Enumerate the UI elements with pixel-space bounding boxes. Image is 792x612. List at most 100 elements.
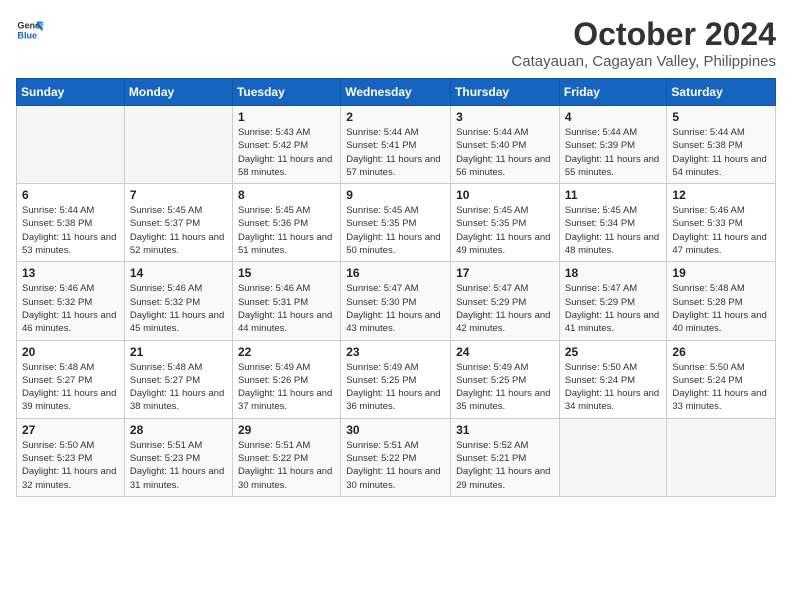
- day-info: Sunrise: 5:46 AMSunset: 5:32 PMDaylight:…: [22, 283, 116, 334]
- calendar-cell: 24 Sunrise: 5:49 AMSunset: 5:25 PMDaylig…: [451, 340, 560, 418]
- location-title: Catayauan, Cagayan Valley, Philippines: [511, 53, 776, 70]
- page-header: General Blue October 2024 Catayauan, Cag…: [16, 16, 776, 70]
- day-info: Sunrise: 5:46 AMSunset: 5:31 PMDaylight:…: [238, 283, 332, 334]
- calendar-cell: 14 Sunrise: 5:46 AMSunset: 5:32 PMDaylig…: [124, 262, 232, 340]
- calendar-cell: 17 Sunrise: 5:47 AMSunset: 5:29 PMDaylig…: [451, 262, 560, 340]
- calendar-week-row: 27 Sunrise: 5:50 AMSunset: 5:23 PMDaylig…: [17, 418, 776, 496]
- calendar-cell: 30 Sunrise: 5:51 AMSunset: 5:22 PMDaylig…: [341, 418, 451, 496]
- day-info: Sunrise: 5:44 AMSunset: 5:40 PMDaylight:…: [456, 127, 550, 178]
- day-info: Sunrise: 5:49 AMSunset: 5:26 PMDaylight:…: [238, 362, 332, 413]
- calendar-cell: 23 Sunrise: 5:49 AMSunset: 5:25 PMDaylig…: [341, 340, 451, 418]
- day-info: Sunrise: 5:47 AMSunset: 5:29 PMDaylight:…: [565, 283, 659, 334]
- calendar-cell: 6 Sunrise: 5:44 AMSunset: 5:38 PMDayligh…: [17, 184, 125, 262]
- day-number: 7: [130, 188, 227, 202]
- day-number: 18: [565, 266, 662, 280]
- day-number: 9: [346, 188, 445, 202]
- day-info: Sunrise: 5:44 AMSunset: 5:41 PMDaylight:…: [346, 127, 440, 178]
- calendar-cell: 9 Sunrise: 5:45 AMSunset: 5:35 PMDayligh…: [341, 184, 451, 262]
- calendar-table: SundayMondayTuesdayWednesdayThursdayFrid…: [16, 78, 776, 497]
- day-info: Sunrise: 5:48 AMSunset: 5:27 PMDaylight:…: [130, 362, 224, 413]
- day-number: 22: [238, 345, 335, 359]
- calendar-cell: 16 Sunrise: 5:47 AMSunset: 5:30 PMDaylig…: [341, 262, 451, 340]
- day-info: Sunrise: 5:43 AMSunset: 5:42 PMDaylight:…: [238, 127, 332, 178]
- calendar-cell: 22 Sunrise: 5:49 AMSunset: 5:26 PMDaylig…: [232, 340, 340, 418]
- day-info: Sunrise: 5:47 AMSunset: 5:29 PMDaylight:…: [456, 283, 550, 334]
- day-info: Sunrise: 5:44 AMSunset: 5:39 PMDaylight:…: [565, 127, 659, 178]
- logo-icon: General Blue: [16, 16, 44, 44]
- day-info: Sunrise: 5:44 AMSunset: 5:38 PMDaylight:…: [672, 127, 766, 178]
- calendar-cell: 18 Sunrise: 5:47 AMSunset: 5:29 PMDaylig…: [559, 262, 667, 340]
- day-info: Sunrise: 5:48 AMSunset: 5:27 PMDaylight:…: [22, 362, 116, 413]
- day-info: Sunrise: 5:51 AMSunset: 5:22 PMDaylight:…: [346, 440, 440, 491]
- month-title: October 2024: [511, 16, 776, 53]
- day-number: 29: [238, 423, 335, 437]
- day-number: 17: [456, 266, 554, 280]
- day-number: 13: [22, 266, 119, 280]
- day-info: Sunrise: 5:52 AMSunset: 5:21 PMDaylight:…: [456, 440, 550, 491]
- calendar-cell: 25 Sunrise: 5:50 AMSunset: 5:24 PMDaylig…: [559, 340, 667, 418]
- weekday-header: Thursday: [451, 79, 560, 106]
- weekday-header: Wednesday: [341, 79, 451, 106]
- day-info: Sunrise: 5:45 AMSunset: 5:35 PMDaylight:…: [456, 205, 550, 256]
- day-number: 10: [456, 188, 554, 202]
- calendar-cell: 20 Sunrise: 5:48 AMSunset: 5:27 PMDaylig…: [17, 340, 125, 418]
- calendar-cell: [667, 418, 776, 496]
- calendar-cell: [124, 106, 232, 184]
- calendar-week-row: 6 Sunrise: 5:44 AMSunset: 5:38 PMDayligh…: [17, 184, 776, 262]
- weekday-header: Tuesday: [232, 79, 340, 106]
- calendar-week-row: 1 Sunrise: 5:43 AMSunset: 5:42 PMDayligh…: [17, 106, 776, 184]
- calendar-cell: 28 Sunrise: 5:51 AMSunset: 5:23 PMDaylig…: [124, 418, 232, 496]
- day-number: 21: [130, 345, 227, 359]
- calendar-cell: 2 Sunrise: 5:44 AMSunset: 5:41 PMDayligh…: [341, 106, 451, 184]
- weekday-header: Sunday: [17, 79, 125, 106]
- day-info: Sunrise: 5:45 AMSunset: 5:37 PMDaylight:…: [130, 205, 224, 256]
- calendar-cell: 12 Sunrise: 5:46 AMSunset: 5:33 PMDaylig…: [667, 184, 776, 262]
- day-number: 6: [22, 188, 119, 202]
- day-number: 11: [565, 188, 662, 202]
- day-number: 28: [130, 423, 227, 437]
- calendar-cell: [17, 106, 125, 184]
- day-info: Sunrise: 5:46 AMSunset: 5:33 PMDaylight:…: [672, 205, 766, 256]
- day-info: Sunrise: 5:51 AMSunset: 5:23 PMDaylight:…: [130, 440, 224, 491]
- svg-text:Blue: Blue: [17, 30, 37, 40]
- day-number: 31: [456, 423, 554, 437]
- day-info: Sunrise: 5:48 AMSunset: 5:28 PMDaylight:…: [672, 283, 766, 334]
- calendar-cell: 5 Sunrise: 5:44 AMSunset: 5:38 PMDayligh…: [667, 106, 776, 184]
- title-area: October 2024 Catayauan, Cagayan Valley, …: [511, 16, 776, 70]
- weekday-header-row: SundayMondayTuesdayWednesdayThursdayFrid…: [17, 79, 776, 106]
- day-info: Sunrise: 5:50 AMSunset: 5:23 PMDaylight:…: [22, 440, 116, 491]
- day-number: 14: [130, 266, 227, 280]
- calendar-cell: 15 Sunrise: 5:46 AMSunset: 5:31 PMDaylig…: [232, 262, 340, 340]
- day-number: 16: [346, 266, 445, 280]
- day-number: 1: [238, 110, 335, 124]
- calendar-week-row: 13 Sunrise: 5:46 AMSunset: 5:32 PMDaylig…: [17, 262, 776, 340]
- calendar-cell: [559, 418, 667, 496]
- calendar-cell: 21 Sunrise: 5:48 AMSunset: 5:27 PMDaylig…: [124, 340, 232, 418]
- day-info: Sunrise: 5:49 AMSunset: 5:25 PMDaylight:…: [456, 362, 550, 413]
- day-number: 2: [346, 110, 445, 124]
- day-number: 4: [565, 110, 662, 124]
- day-info: Sunrise: 5:45 AMSunset: 5:35 PMDaylight:…: [346, 205, 440, 256]
- logo: General Blue: [16, 16, 44, 44]
- day-number: 26: [672, 345, 770, 359]
- day-number: 20: [22, 345, 119, 359]
- weekday-header: Monday: [124, 79, 232, 106]
- day-info: Sunrise: 5:50 AMSunset: 5:24 PMDaylight:…: [565, 362, 659, 413]
- weekday-header: Saturday: [667, 79, 776, 106]
- calendar-cell: 31 Sunrise: 5:52 AMSunset: 5:21 PMDaylig…: [451, 418, 560, 496]
- calendar-cell: 27 Sunrise: 5:50 AMSunset: 5:23 PMDaylig…: [17, 418, 125, 496]
- calendar-cell: 29 Sunrise: 5:51 AMSunset: 5:22 PMDaylig…: [232, 418, 340, 496]
- day-number: 12: [672, 188, 770, 202]
- day-info: Sunrise: 5:47 AMSunset: 5:30 PMDaylight:…: [346, 283, 440, 334]
- day-number: 24: [456, 345, 554, 359]
- day-number: 19: [672, 266, 770, 280]
- day-info: Sunrise: 5:51 AMSunset: 5:22 PMDaylight:…: [238, 440, 332, 491]
- day-number: 5: [672, 110, 770, 124]
- calendar-cell: 7 Sunrise: 5:45 AMSunset: 5:37 PMDayligh…: [124, 184, 232, 262]
- calendar-cell: 11 Sunrise: 5:45 AMSunset: 5:34 PMDaylig…: [559, 184, 667, 262]
- day-number: 3: [456, 110, 554, 124]
- calendar-cell: 8 Sunrise: 5:45 AMSunset: 5:36 PMDayligh…: [232, 184, 340, 262]
- day-number: 30: [346, 423, 445, 437]
- day-number: 15: [238, 266, 335, 280]
- calendar-cell: 26 Sunrise: 5:50 AMSunset: 5:24 PMDaylig…: [667, 340, 776, 418]
